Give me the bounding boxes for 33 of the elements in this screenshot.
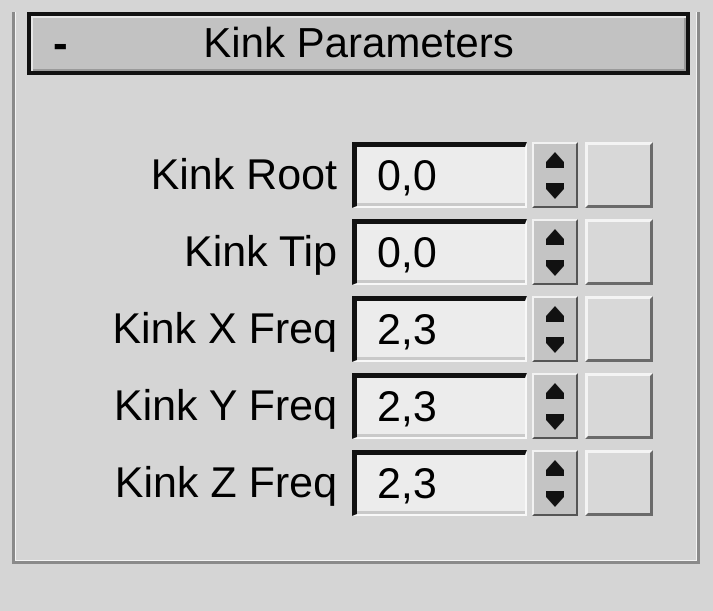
blank-square-button[interactable] [585, 450, 653, 516]
parameter-label: Kink Root [150, 150, 337, 201]
up-arrow-icon [545, 460, 565, 476]
parameter-label: Kink X Freq [111, 304, 337, 355]
parameter-label: Kink Y Freq [112, 381, 337, 432]
value-field[interactable]: 2,3 [352, 450, 527, 516]
down-arrow-icon [545, 490, 565, 506]
value-field[interactable]: 0,0 [352, 219, 527, 285]
blank-square-button[interactable] [585, 219, 653, 285]
rollout-title: Kink Parameters [203, 20, 514, 67]
up-arrow-icon [545, 152, 565, 168]
up-arrow-icon [545, 382, 565, 398]
down-arrow-icon [545, 336, 565, 352]
up-arrow-icon [545, 228, 565, 244]
up-arrow-icon [545, 306, 565, 322]
down-arrow-icon [545, 260, 565, 276]
blank-square-button[interactable] [585, 296, 653, 362]
down-arrow-icon [545, 182, 565, 198]
spinner-button[interactable] [532, 142, 578, 208]
value-field[interactable]: 2,3 [352, 296, 527, 362]
blank-square-button[interactable] [585, 373, 653, 439]
value-field[interactable]: 0,0 [352, 142, 527, 208]
down-arrow-icon [545, 414, 565, 430]
parameter-label: Kink Tip [183, 227, 337, 278]
parameter-label: Kink Z Freq [114, 458, 337, 509]
rollout-header[interactable]: - Kink Parameters [27, 12, 690, 75]
value-field[interactable]: 2,3 [352, 373, 527, 439]
spinner-button[interactable] [532, 450, 578, 516]
blank-square-button[interactable] [585, 142, 653, 208]
spinner-button[interactable] [532, 219, 578, 285]
collapse-sign: - [52, 22, 68, 66]
spinner-button[interactable] [532, 296, 578, 362]
spinner-button[interactable] [532, 373, 578, 439]
